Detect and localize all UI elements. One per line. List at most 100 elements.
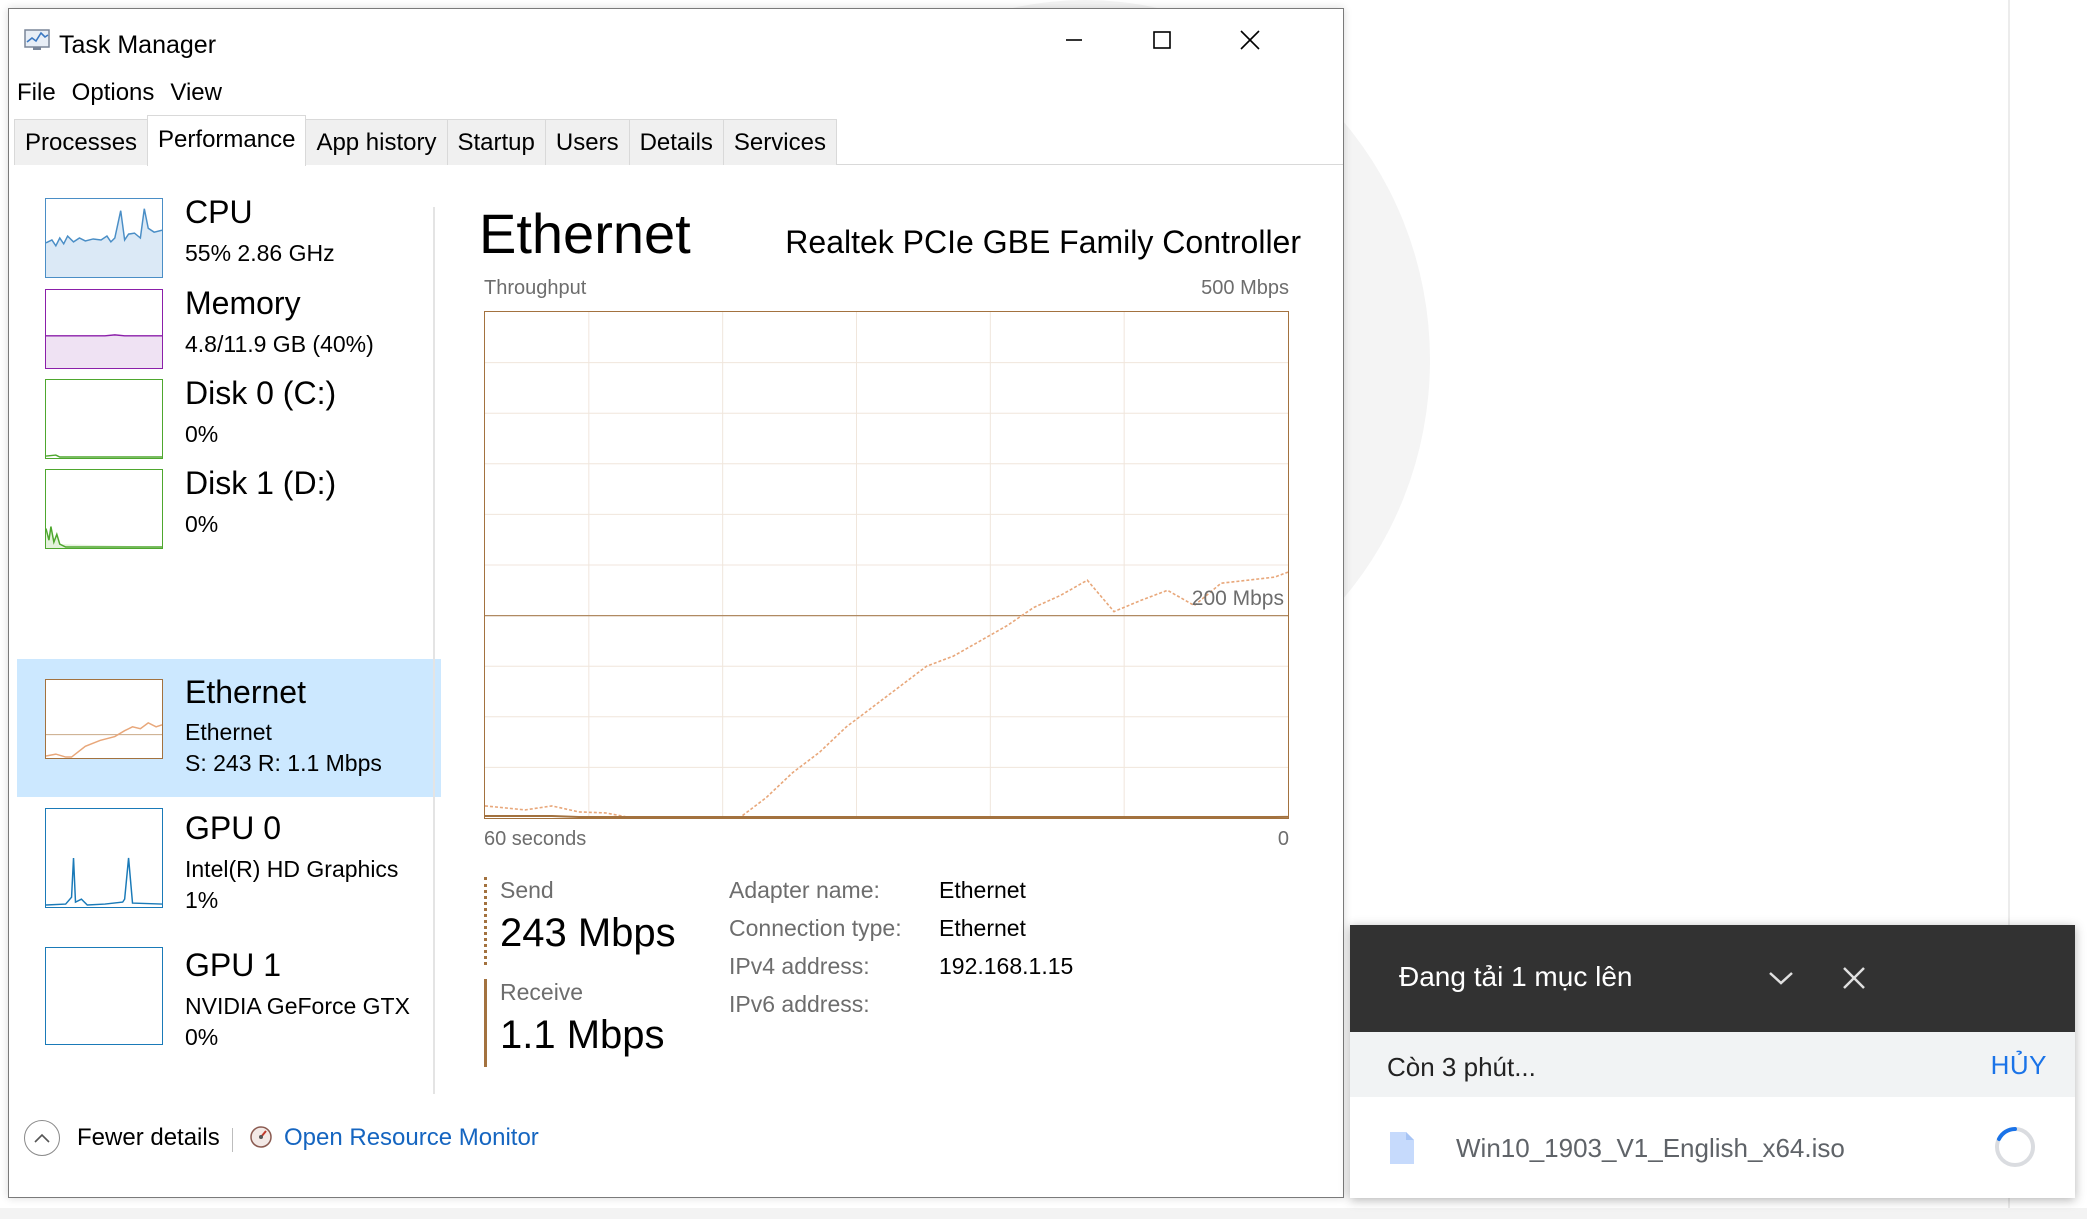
disk-0-usage: 0%	[185, 421, 219, 447]
sidebar-item-ethernet[interactable]: Ethernet Ethernet S: 243 R: 1.1 Mbps	[17, 659, 441, 797]
close-button[interactable]	[1205, 9, 1295, 71]
ethernet-throughput: S: 243 R: 1.1 Mbps	[185, 750, 382, 776]
tab-bar: Processes Performance App history Startu…	[14, 115, 1343, 166]
minimize-icon	[1066, 39, 1082, 41]
graph-mid-label: 200 Mbps	[1191, 587, 1284, 610]
ethernet-thumbnail-graph	[45, 679, 163, 759]
time-axis-right-label: 0	[1277, 828, 1289, 850]
upload-header: Đang tải 1 mục lên	[1350, 925, 2075, 1032]
gpu-0-thumbnail-graph	[45, 808, 163, 908]
fewer-details-label[interactable]: Fewer details	[77, 1124, 220, 1152]
tab-details[interactable]: Details	[628, 119, 724, 165]
sidebar-item-gpu-1[interactable]: GPU 1 NVIDIA GeForce GTX 0%	[17, 939, 441, 1077]
adapter-model: Realtek PCIe GBE Family Controller	[785, 224, 1301, 260]
receive-indicator	[484, 979, 487, 1067]
info-value: Ethernet	[939, 915, 1026, 941]
upload-title: Đang tải 1 mục lên	[1399, 961, 1633, 992]
receive-series-line	[485, 815, 1288, 818]
disk-1-label: Disk 1 (D:)	[185, 465, 337, 501]
throughput-graph: 200 Mbps	[484, 311, 1289, 819]
footer-bar: Fewer details Open Resource Monitor	[9, 1114, 1343, 1174]
gpu-0-model: Intel(R) HD Graphics	[185, 856, 399, 882]
disk-0-label: Disk 0 (C:)	[185, 375, 337, 411]
gpu-1-usage: 0%	[185, 1024, 219, 1050]
memory-label: Memory	[185, 285, 301, 321]
fewer-details-button[interactable]	[24, 1120, 60, 1156]
info-value: 192.168.1.15	[939, 953, 1074, 979]
gpu-0-label: GPU 0	[185, 810, 282, 846]
resource-title: Ethernet	[479, 202, 691, 265]
time-axis-left-label: 60 seconds	[484, 828, 587, 850]
time-remaining: Còn 3 phút...	[1387, 1052, 1536, 1082]
gpu-0-usage: 1%	[185, 887, 219, 913]
graph-max-label: 500 Mbps	[1201, 277, 1289, 299]
send-indicator	[484, 877, 487, 965]
chevron-up-icon	[34, 1133, 50, 1143]
send-series-line	[485, 571, 1288, 818]
open-resource-monitor-link[interactable]: Open Resource Monitor	[284, 1124, 539, 1152]
receive-stat: Receive 1.1 Mbps	[484, 979, 704, 1067]
info-key: IPv6 address:	[729, 991, 870, 1017]
menu-bar: File Options View	[9, 71, 230, 115]
ethernet-label: Ethernet	[185, 674, 306, 710]
title-bar[interactable]: Task Manager	[9, 9, 1343, 71]
file-icon	[1390, 1132, 1414, 1164]
cpu-label: CPU	[185, 194, 253, 230]
footer-divider	[232, 1128, 233, 1152]
window-title: Task Manager	[59, 31, 217, 59]
receive-label: Receive	[500, 979, 584, 1005]
chevron-down-icon	[1769, 972, 1793, 985]
menu-options[interactable]: Options	[64, 71, 163, 115]
upload-file-row[interactable]: Win10_1903_V1_English_x64.iso	[1350, 1097, 2075, 1198]
close-icon	[1240, 30, 1260, 50]
tab-performance[interactable]: Performance	[147, 115, 307, 166]
gpu-1-label: GPU 1	[185, 947, 282, 983]
info-key: IPv4 address:	[729, 953, 870, 979]
send-value: 243 Mbps	[500, 911, 676, 955]
info-key: Adapter name:	[729, 877, 880, 903]
disk-0-thumbnail-graph	[45, 379, 163, 459]
cpu-thumbnail-graph	[45, 198, 163, 278]
sidebar-item-gpu-0[interactable]: GPU 0 Intel(R) HD Graphics 1%	[17, 802, 441, 940]
progress-spinner-icon	[1995, 1127, 2035, 1167]
graph-label: Throughput	[484, 277, 587, 299]
cpu-usage: 55% 2.86 GHz	[185, 240, 335, 266]
upload-status-bar: Còn 3 phút... HỦY	[1350, 1032, 2075, 1097]
cancel-upload-button[interactable]: HỦY	[1991, 1050, 2047, 1081]
info-value: Ethernet	[939, 877, 1026, 903]
resource-monitor-icon	[250, 1126, 272, 1148]
collapse-button[interactable]	[1756, 953, 1806, 1003]
memory-thumbnail-graph	[45, 289, 163, 369]
menu-file[interactable]: File	[9, 71, 64, 115]
tab-services[interactable]: Services	[722, 119, 837, 165]
menu-view[interactable]: View	[162, 71, 230, 115]
task-manager-icon	[24, 29, 50, 50]
background-strip	[0, 1208, 2087, 1219]
sidebar-item-disk-1[interactable]: Disk 1 (D:) 0%	[17, 465, 441, 603]
upload-panel: Đang tải 1 mục lên Còn 3 phút... HỦY Win…	[1350, 925, 2075, 1198]
tab-processes[interactable]: Processes	[14, 119, 149, 165]
close-upload-button[interactable]	[1829, 953, 1879, 1003]
throughput-chart	[485, 312, 1288, 818]
tab-users[interactable]: Users	[544, 119, 630, 165]
tab-app-history[interactable]: App history	[305, 119, 448, 165]
tab-startup[interactable]: Startup	[446, 119, 546, 165]
disk-1-usage: 0%	[185, 511, 219, 537]
minimize-button[interactable]	[1029, 9, 1119, 71]
maximize-button[interactable]	[1117, 9, 1207, 71]
receive-value: 1.1 Mbps	[500, 1013, 665, 1057]
info-key: Connection type:	[729, 915, 902, 941]
sidebar-splitter[interactable]	[433, 207, 435, 1094]
send-label: Send	[500, 877, 554, 903]
close-icon	[1843, 967, 1865, 989]
task-manager-window: Task Manager File Options View Processes…	[8, 8, 1344, 1198]
maximize-icon	[1153, 31, 1171, 49]
gpu-1-model: NVIDIA GeForce GTX	[185, 993, 410, 1019]
gpu-1-thumbnail-graph	[45, 947, 163, 1045]
memory-usage: 4.8/11.9 GB (40%)	[185, 331, 374, 357]
send-stat: Send 243 Mbps	[484, 877, 704, 965]
ethernet-adapter-type: Ethernet	[185, 719, 272, 745]
resource-sidebar: CPU 55% 2.86 GHz Memory 4.8/11.9 GB (40%…	[17, 194, 441, 1099]
upload-file-name: Win10_1903_V1_English_x64.iso	[1456, 1133, 1845, 1163]
disk-1-thumbnail-graph	[45, 469, 163, 549]
